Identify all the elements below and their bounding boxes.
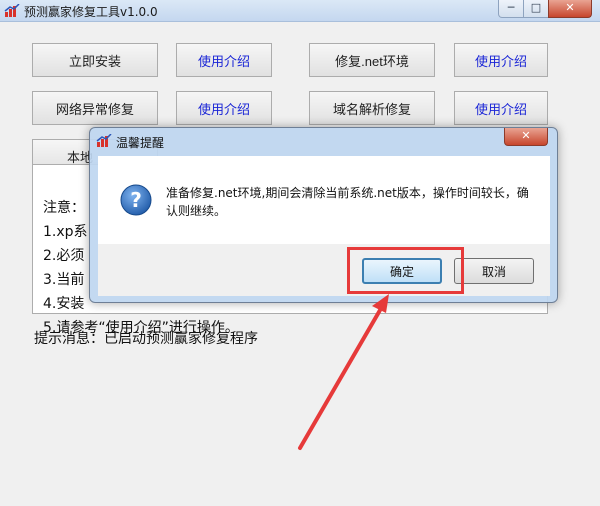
highlight-box: [347, 247, 464, 294]
dialog-message: 准备修复.net环境,期间会清除当前系统.net版本，操作时间较长，确认则继续。: [166, 186, 529, 218]
note-line-4: 4.安装: [43, 296, 85, 312]
dialog-title: 温馨提醒: [116, 136, 165, 150]
note-line-3: 3.当前: [43, 272, 85, 288]
network-help-button[interactable]: 使用介绍: [176, 91, 272, 125]
minimize-button[interactable]: ─: [498, 0, 524, 18]
network-repair-button[interactable]: 网络异常修复: [32, 91, 158, 125]
dialog-content: ? 准备修复.net环境,期间会清除当前系统.net版本，操作时间较长，确认则继…: [98, 156, 550, 244]
repair-net-button[interactable]: 修复.net环境: [309, 43, 435, 77]
dialog-logo-icon: [96, 134, 112, 147]
repair-net-help-button[interactable]: 使用介绍: [454, 43, 548, 77]
note-line-1: 1.xp系: [43, 224, 88, 240]
dialog-titlebar: 温馨提醒 ✕: [90, 128, 557, 156]
app-logo-icon: [4, 4, 20, 17]
reminder-dialog: 温馨提醒 ✕ ? 准备修复.net环境,期间会清除当前系统.net版本，操作时间…: [89, 127, 558, 303]
main-titlebar: 预测赢家修复工具v1.0.0 ─ □ ✕: [0, 0, 600, 22]
install-help-button[interactable]: 使用介绍: [176, 43, 272, 77]
window-title: 预测赢家修复工具v1.0.0: [24, 5, 158, 19]
dialog-close-button[interactable]: ✕: [504, 128, 548, 146]
cancel-button[interactable]: 取消: [454, 258, 534, 284]
close-button[interactable]: ✕: [548, 0, 592, 18]
status-message: 提示消息：已启动预测赢家修复程序: [34, 331, 258, 347]
svg-text:?: ?: [130, 188, 142, 212]
note-line-2: 2.必须: [43, 248, 85, 264]
dns-repair-button[interactable]: 域名解析修复: [309, 91, 435, 125]
question-icon: ?: [120, 184, 152, 216]
note-heading: 注意：: [43, 200, 85, 216]
maximize-button[interactable]: □: [523, 0, 549, 18]
dialog-footer: 确定 取消: [98, 244, 550, 296]
dns-help-button[interactable]: 使用介绍: [454, 91, 548, 125]
install-now-button[interactable]: 立即安装: [32, 43, 158, 77]
